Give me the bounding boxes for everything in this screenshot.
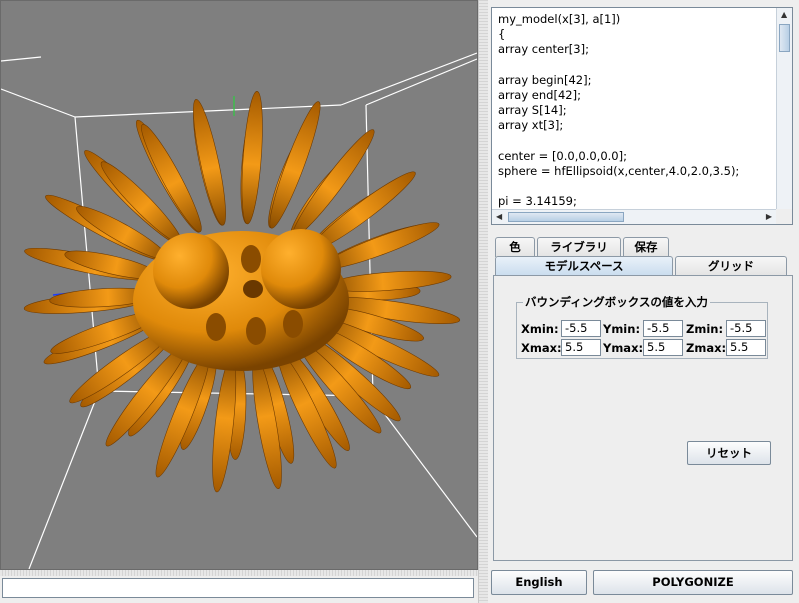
bump-shape — [246, 317, 266, 345]
ymin-field[interactable]: -5.5 — [643, 320, 683, 337]
horizontal-scrollbar[interactable]: ◀ ▶ — [492, 209, 776, 224]
ymin-label: Ymin: — [603, 322, 641, 336]
scroll-right-icon[interactable]: ▶ — [766, 211, 772, 223]
scroll-corner — [776, 209, 792, 224]
horizontal-scroll-thumb[interactable] — [508, 212, 624, 222]
tab-save[interactable]: 保存 — [623, 237, 669, 257]
bump-shape — [206, 313, 226, 341]
tab-model-space[interactable]: モデルスペース — [495, 256, 673, 276]
scroll-left-icon[interactable]: ◀ — [496, 211, 502, 223]
polygonize-button[interactable]: POLYGONIZE — [593, 570, 793, 595]
command-input[interactable] — [2, 578, 474, 598]
zmin-label: Zmin: — [686, 322, 724, 336]
bump-shape — [283, 310, 303, 338]
code-text[interactable]: my_model(x[3], a[1]) { array center[3]; … — [492, 8, 776, 209]
model-space-panel: バウンディングボックスの値を入力 Xmin: -5.5 Ymin: -5.5 Z… — [493, 275, 793, 561]
ymax-label: Ymax: — [603, 341, 644, 355]
bump-shape — [241, 245, 261, 273]
nose-shape — [243, 280, 263, 298]
left-eye-shape — [153, 233, 229, 309]
xmin-label: Xmin: — [521, 322, 559, 336]
3d-viewport[interactable] — [0, 0, 478, 570]
english-button[interactable]: English — [491, 570, 587, 595]
main-splitter[interactable] — [478, 0, 488, 603]
xmin-field[interactable]: -5.5 — [561, 320, 601, 337]
viewport-splitter[interactable] — [0, 570, 478, 576]
model-render[interactable] — [1, 1, 477, 569]
model-body — [133, 229, 349, 371]
xmax-label: Xmax: — [521, 341, 562, 355]
right-eye-shape — [261, 229, 341, 309]
zmin-field[interactable]: -5.5 — [726, 320, 766, 337]
vertical-scrollbar[interactable]: ▲ — [776, 8, 792, 209]
vertical-scroll-thumb[interactable] — [779, 24, 790, 52]
ymax-field[interactable]: 5.5 — [643, 339, 683, 356]
zmax-label: Zmax: — [686, 341, 727, 355]
zmax-field[interactable]: 5.5 — [726, 339, 766, 356]
tab-library[interactable]: ライブラリ — [537, 237, 621, 257]
bounding-box-group: バウンディングボックスの値を入力 Xmin: -5.5 Ymin: -5.5 Z… — [516, 294, 768, 359]
tab-grid[interactable]: グリッド — [675, 256, 787, 276]
xmax-field[interactable]: 5.5 — [561, 339, 601, 356]
scroll-up-icon[interactable]: ▲ — [781, 9, 787, 21]
code-editor[interactable]: my_model(x[3], a[1]) { array center[3]; … — [491, 7, 793, 225]
reset-button[interactable]: リセット — [687, 441, 771, 465]
tab-color[interactable]: 色 — [495, 237, 535, 257]
bounding-box-title: バウンディングボックスの値を入力 — [523, 294, 710, 310]
